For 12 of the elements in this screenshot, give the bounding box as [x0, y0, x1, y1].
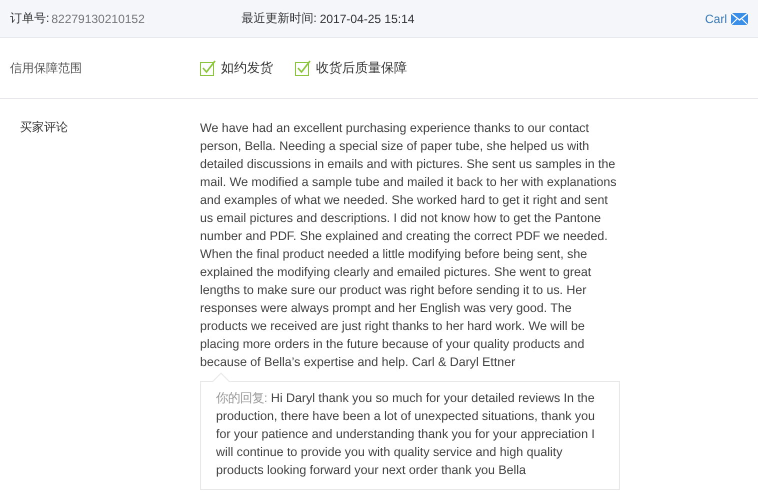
guarantee-label: 信用保障范围 — [10, 60, 83, 76]
contact-link[interactable]: Carl — [704, 12, 748, 26]
review-label: 买家评论 — [20, 119, 69, 136]
guarantee-item: 收货后质量保障 — [316, 59, 407, 77]
updated-label: 最近更新时间: — [241, 10, 317, 27]
order-number: 82279130210152 — [51, 12, 146, 26]
order-label: 订单号: — [10, 10, 50, 27]
mail-icon — [731, 12, 748, 24]
updated-time: 2017-04-25 15:14 — [320, 12, 414, 26]
review-text: We have had an excellent purchasing experience thanks to our contact person, Bella. Needing a special size of paper tube, she helped us with detailed discussions in emails and with pictures. She sent us samples in the mail. We modified a sample tube and mailed it back to her with explanations and examples of what we needed. She worked hard to get it right and sent us email pictures and descriptions. I did not know how to get the Pantone number and PDF. She explained and creating the correct PDF we needed. When the final product needed a little modifying before being sent, she explained the modifying clearly and emailed pictures. She went to great lengths to make sure our product was right before sending it to us. Her responses were always prompt and her English was very good. The products we received are just right thanks to her hard work. We will be placing more orders in the future because of your quality products and because of Bella’s expertise and help. Carl & Daryl Ettner — [200, 120, 618, 371]
guarantee-item: 如约发货 — [221, 59, 273, 77]
reply-text: 你的回复: Hi Daryl thank you so much for your detailed reviews In the production, there have been a lot of unexpected situations, thank you for your patience and understanding thank you for your appreciation I will continue to provide you with quality service and high quality products looking forward your next order thank you Bella — [216, 390, 596, 479]
